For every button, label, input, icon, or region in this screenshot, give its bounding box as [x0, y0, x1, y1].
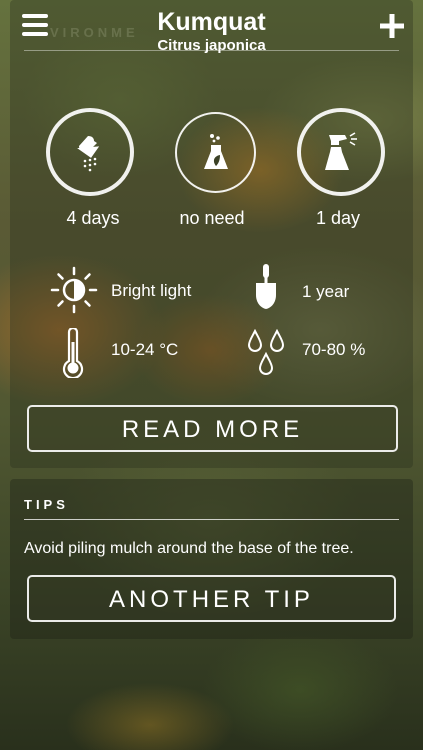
watering-shower-icon — [77, 136, 100, 172]
fertilizer-frequency: no need — [179, 208, 245, 228]
watering-frequency: 4 days — [66, 208, 120, 228]
spray-bottle-icon — [325, 132, 357, 170]
light-requirement: Bright light — [111, 281, 192, 300]
fertilizer-indicator[interactable] — [175, 112, 256, 193]
thermometer-icon — [62, 328, 84, 378]
read-more-button[interactable]: READ MORE — [27, 405, 398, 452]
misting-frequency: 1 day — [315, 208, 361, 228]
repot-frequency: 1 year — [302, 282, 350, 301]
another-tip-button[interactable]: ANOTHER TIP — [27, 575, 396, 622]
watering-indicator[interactable] — [46, 108, 134, 196]
plus-icon — [380, 14, 404, 38]
sun-light-icon — [50, 266, 98, 314]
temperature-range: 10-24 °C — [111, 340, 179, 359]
add-button[interactable] — [379, 13, 405, 39]
tips-divider — [24, 519, 399, 520]
plant-latin-name: Citrus japonica — [157, 37, 266, 54]
tip-text: Avoid piling mulch around the base of th… — [24, 540, 354, 557]
misting-indicator[interactable] — [297, 108, 385, 196]
environment-panel — [10, 0, 413, 468]
tips-section-label: TIPS — [24, 497, 69, 512]
humidity-drops-icon — [247, 329, 285, 375]
fertilizer-flask-icon — [203, 133, 228, 169]
trowel-repot-icon — [256, 264, 276, 309]
humidity-range: 70-80 % — [302, 340, 366, 359]
plant-name: Kumquat — [157, 8, 266, 36]
